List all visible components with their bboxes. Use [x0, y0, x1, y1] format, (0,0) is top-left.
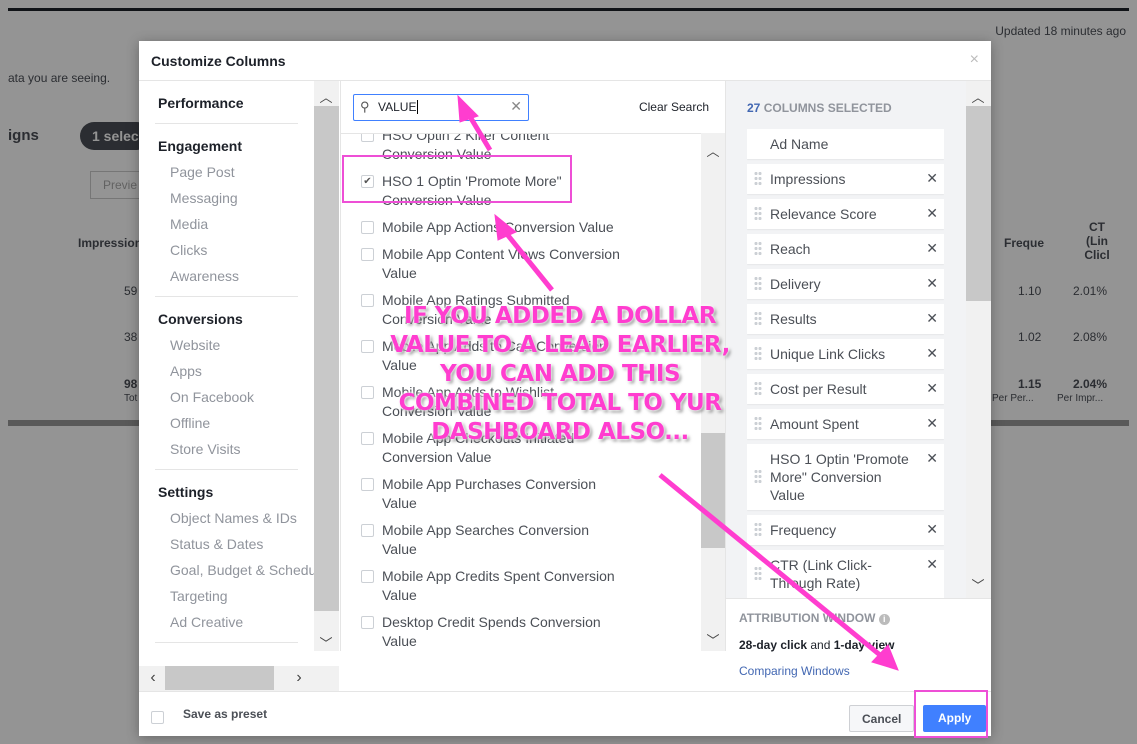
- annotation-text: IF YOU ADDED A DOLLAR VALUE TO A LEAD EA…: [390, 303, 730, 445]
- arrow-head: [494, 213, 517, 241]
- arrow-to-apply: [658, 473, 882, 657]
- arrow-to-metric: [500, 226, 554, 292]
- arrow-head: [457, 94, 479, 123]
